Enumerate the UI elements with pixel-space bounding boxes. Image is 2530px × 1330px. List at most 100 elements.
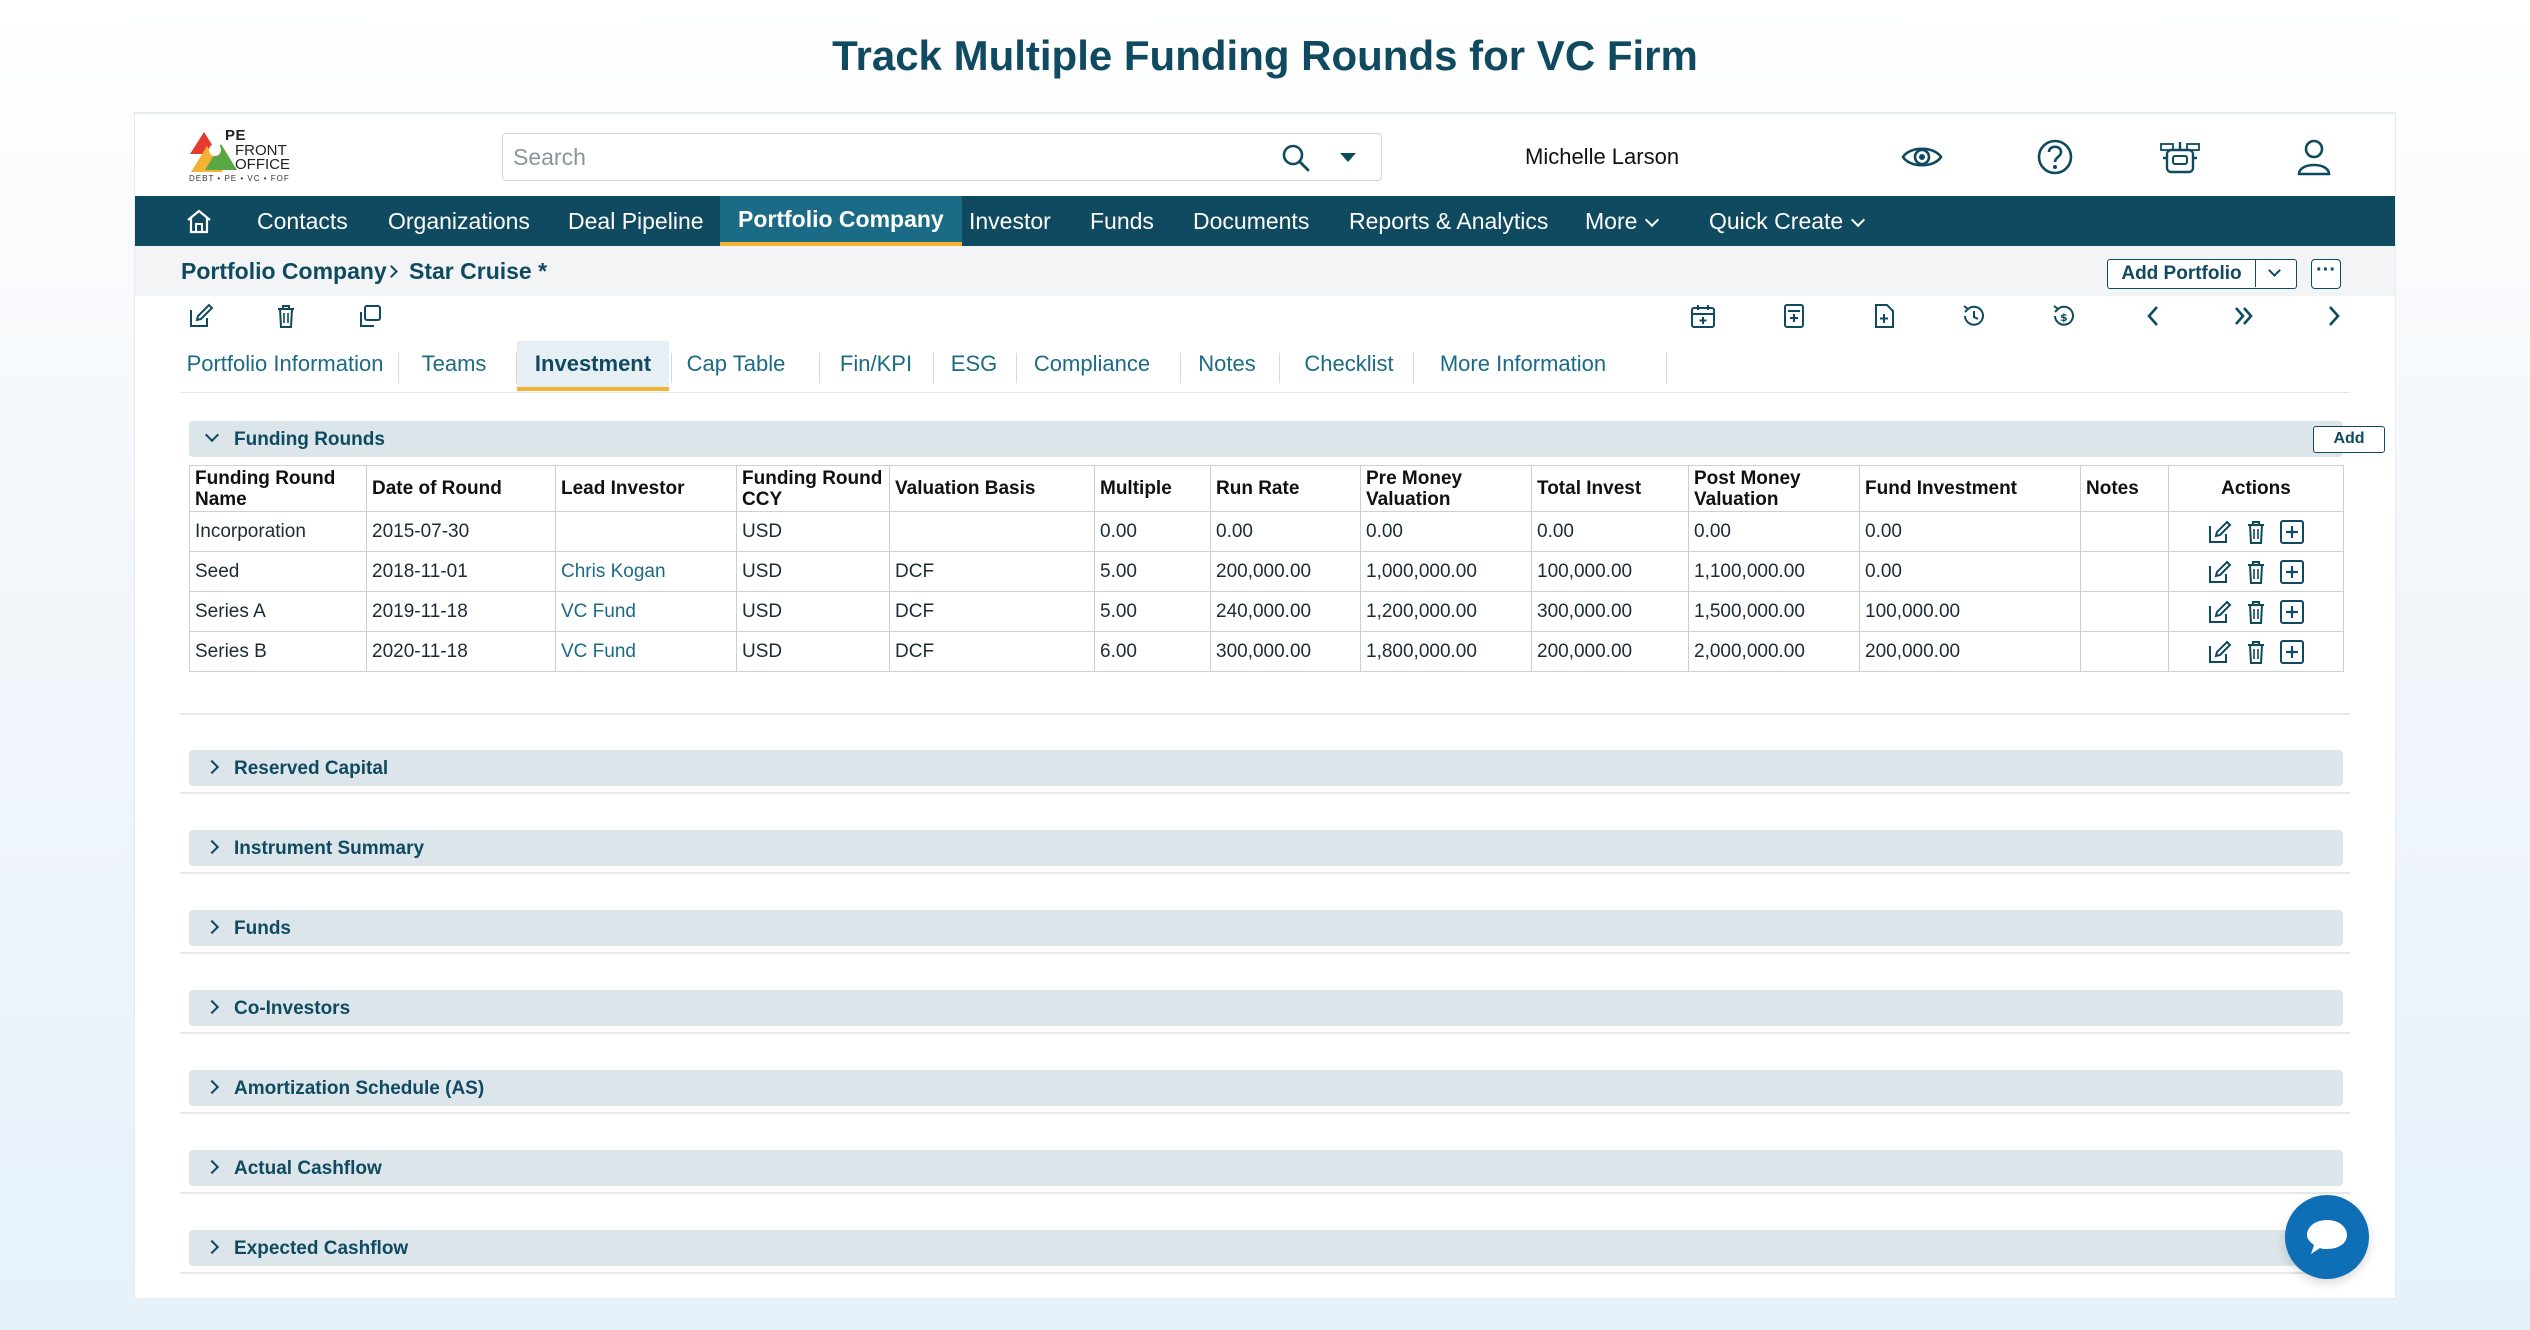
edit-icon[interactable] [2207,639,2233,665]
column-header[interactable]: Lead Investor [555,465,737,512]
nav-more[interactable]: More [1585,196,1660,246]
search-dropdown-icon[interactable] [1340,153,1356,162]
cell-lead-investor[interactable]: VC Fund [555,631,737,672]
add-row-icon[interactable] [2279,639,2305,665]
nav-organizations[interactable]: Organizations [388,196,530,246]
chevron-down-icon[interactable] [2268,264,2281,277]
chevron-right-icon[interactable] [204,759,220,775]
add-row-icon[interactable] [2279,599,2305,625]
delete-icon[interactable] [2243,639,2269,665]
logo[interactable]: PE FRONT OFFICE DEBT • PE • VC • FOF [187,126,307,188]
section-co-investors[interactable]: Co-Investors [189,990,2343,1026]
chevron-right-icon[interactable] [204,1239,220,1255]
nav-contacts[interactable]: Contacts [257,196,348,246]
column-header[interactable]: Run Rate [1210,465,1361,512]
delete-icon[interactable] [2243,599,2269,625]
calendar-icon[interactable] [1689,302,1717,330]
help-icon[interactable] [2034,136,2076,178]
nav-funds[interactable]: Funds [1090,196,1154,246]
cell-fund-investment: 0.00 [1859,511,2081,552]
chevron-down-icon[interactable] [204,427,220,443]
chevron-right-icon[interactable] [204,1079,220,1095]
add-portfolio-button[interactable]: Add Portfolio [2107,259,2297,289]
column-header[interactable]: Valuation Basis [889,465,1095,512]
nav-reports-analytics[interactable]: Reports & Analytics [1349,196,1548,246]
table-row[interactable]: Series B 2020-11-18 VC Fund USD DCF 6.00 300,0… [189,631,2344,672]
table-row[interactable]: Seed 2018-11-01 Chris Kogan USD DCF 5.00 200,0… [189,551,2344,592]
edit-icon[interactable] [2207,599,2233,625]
next-icon[interactable] [2320,302,2348,330]
home-icon[interactable] [185,208,213,234]
search-input[interactable] [513,142,1133,172]
cell-multiple: 0.00 [1094,511,1211,552]
nav-investor[interactable]: Investor [969,196,1051,246]
tab-esg[interactable]: ESG [934,341,1014,391]
edit-icon[interactable] [187,302,215,330]
tab-compliance[interactable]: Compliance [1017,341,1167,391]
delete-icon[interactable] [2243,519,2269,545]
nav-portfolio-company[interactable]: Portfolio Company [720,196,962,246]
tab-more-information[interactable]: More Information [1414,341,1632,391]
cell-lead-investor[interactable]: VC Fund [555,591,737,632]
tab-fin-kpi[interactable]: Fin/KPI [820,341,932,391]
column-header[interactable]: Funding Round Name [189,465,367,512]
last-record-icon[interactable] [2230,302,2258,330]
section-actual-cashflow[interactable]: Actual Cashflow [189,1150,2343,1186]
delete-icon[interactable] [2243,559,2269,585]
add-row-icon[interactable] [2279,519,2305,545]
user-name[interactable]: Michelle Larson [1525,144,1679,170]
copy-icon[interactable] [356,302,384,330]
previous-icon[interactable] [2140,302,2168,330]
robot-icon[interactable] [2159,136,2201,178]
tab-teams[interactable]: Teams [399,341,509,391]
history-icon[interactable] [1960,302,1988,330]
edit-icon[interactable] [2207,559,2233,585]
cell-lead-investor[interactable] [555,511,737,552]
column-header[interactable]: Total Invest [1531,465,1689,512]
cell-multiple: 5.00 [1094,591,1211,632]
tab-investment[interactable]: Investment [517,341,669,391]
column-header[interactable]: Pre Money Valuation [1360,465,1532,512]
breadcrumb-root[interactable]: Portfolio Company [181,258,387,285]
section-amortization-schedule[interactable]: Amortization Schedule (AS) [189,1070,2343,1106]
chevron-right-icon[interactable] [204,1159,220,1175]
table-row[interactable]: Incorporation 2015-07-30 USD 0.00 0.00 0.00 0.… [189,511,2344,552]
section-funds[interactable]: Funds [189,910,2343,946]
tab-portfolio-information[interactable]: Portfolio Information [180,341,390,391]
tab-checklist[interactable]: Checklist [1280,341,1418,391]
tab-cap-table[interactable]: Cap Table [672,341,800,391]
chat-button[interactable] [2285,1195,2369,1279]
chevron-right-icon[interactable] [204,999,220,1015]
user-profile-icon[interactable] [2293,136,2335,178]
more-options-button[interactable]: ··· [2311,259,2341,289]
eye-icon[interactable] [1901,136,1943,178]
column-header[interactable]: Multiple [1094,465,1211,512]
section-expected-cashflow[interactable]: Expected Cashflow [189,1230,2343,1266]
add-funding-round-button[interactable]: Add [2313,426,2385,453]
cell-date: 2018-11-01 [366,551,556,592]
add-document-icon[interactable] [1870,302,1898,330]
chevron-right-icon[interactable] [204,919,220,935]
table-row[interactable]: Series A 2019-11-18 VC Fund USD DCF 5.00 240,0… [189,591,2344,632]
cell-lead-investor[interactable]: Chris Kogan [555,551,737,592]
section-instrument-summary[interactable]: Instrument Summary [189,830,2343,866]
nav-documents[interactable]: Documents [1193,196,1309,246]
section-funding-rounds[interactable]: Funding Rounds Add [189,421,2385,457]
nav-deal-pipeline[interactable]: Deal Pipeline [568,196,704,246]
tab-notes[interactable]: Notes [1181,341,1273,391]
calculator-icon[interactable] [1780,302,1808,330]
cell-pre-money: 1,800,000.00 [1360,631,1532,672]
currency-history-icon[interactable]: $ [2050,302,2078,330]
section-reserved-capital[interactable]: Reserved Capital [189,750,2343,786]
column-header[interactable]: Notes [2080,465,2169,512]
nav-quick-create[interactable]: Quick Create [1709,196,1866,246]
column-header[interactable]: Funding Round CCY [736,465,890,512]
column-header[interactable]: Post Money Valuation [1688,465,1860,512]
delete-icon[interactable] [272,302,300,330]
edit-icon[interactable] [2207,519,2233,545]
add-row-icon[interactable] [2279,559,2305,585]
chevron-right-icon[interactable] [204,839,220,855]
column-header[interactable]: Fund Investment [1859,465,2081,512]
column-header[interactable]: Date of Round [366,465,556,512]
search-icon[interactable] [1281,143,1311,173]
